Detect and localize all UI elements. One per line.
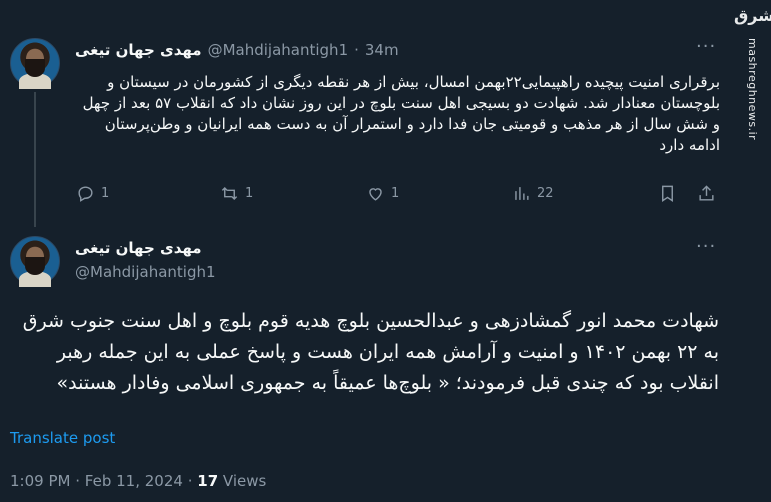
separator: · [187,472,193,490]
separator: · [75,472,81,490]
tweet-text: شهادت محمد انور گمشادزهی و عبدالحسین بلو… [22,310,719,394]
tweet-header: مهدی جهان تیغی @Mahdijahantigh1 · 34m [75,41,399,59]
more-icon[interactable]: ··· [696,236,716,257]
more-icon[interactable]: ··· [696,36,716,57]
like-icon [369,188,382,201]
tweet-time[interactable]: 1:09 PM [10,472,70,490]
thread-line [34,92,36,227]
site-watermark: mashreghnews.ir [746,38,759,141]
user-handle[interactable]: @Mahdijahantigh1 [208,41,349,59]
avatar[interactable] [10,38,60,89]
timestamp[interactable]: 34m [365,41,399,59]
bookmark-icon [662,185,673,202]
views-icon [515,187,529,200]
views-count: 17 [197,472,219,490]
separator: · [354,41,359,59]
like-button[interactable]: 1 [366,184,399,203]
like-count: 1 [391,186,400,201]
views-label: Views [222,472,267,490]
repost-button[interactable]: 1 [220,184,253,203]
display-name[interactable]: مهدی جهان تیغی [75,41,202,59]
mashregh-logo: مشرق [734,6,771,25]
share-icon [699,185,714,201]
reply-count: 1 [101,186,110,201]
bookmark-button[interactable] [658,184,677,203]
user-handle[interactable]: @Mahdijahantigh1 [75,263,216,281]
view-count: 22 [537,186,554,201]
tweet-meta: 1:09 PM · Feb 11, 2024 · 17 Views [10,472,266,490]
display-name[interactable]: مهدی جهان تیغی [75,239,202,257]
repost-icon [221,186,238,201]
reply-button[interactable]: 1 [76,184,109,203]
reply-icon [78,186,93,202]
views-button[interactable]: 22 [512,184,554,203]
tweet-date[interactable]: Feb 11, 2024 [85,472,183,490]
share-button[interactable] [697,184,716,203]
translate-link[interactable]: Translate post [10,429,115,447]
tweet-text: برقراری امنیت پیچیده راهپیمایی۲۲بهمن امس… [82,73,720,154]
repost-count: 1 [245,186,254,201]
avatar[interactable] [10,236,60,287]
